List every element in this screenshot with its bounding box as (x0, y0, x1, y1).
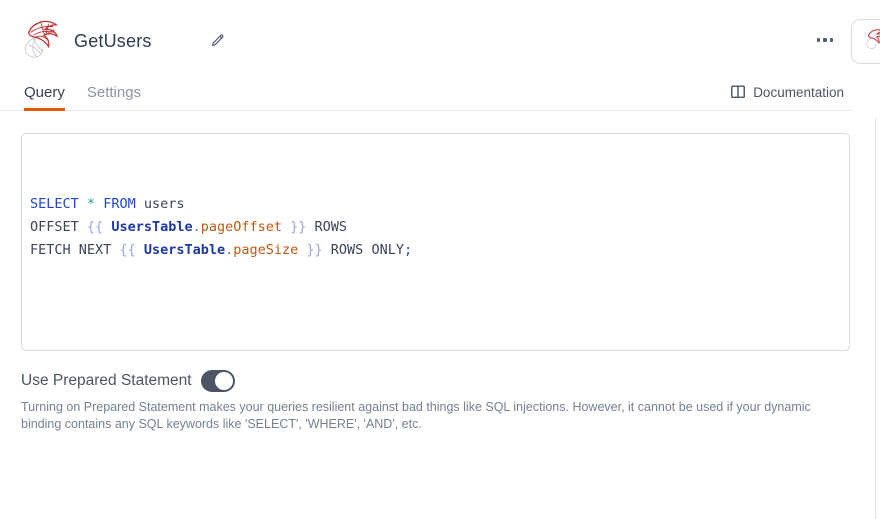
prepared-statement-help: Turning on Prepared Statement makes your… (21, 399, 827, 432)
header: GetUsers (22, 18, 228, 64)
tab-query-label: Query (24, 84, 65, 101)
code-line: OFFSET {{ UsersTable.pageOffset }} ROWS (30, 216, 839, 239)
toggle-knob (215, 372, 233, 390)
ellipsis-icon (817, 38, 834, 42)
tab-settings[interactable]: Settings (87, 74, 141, 110)
prepared-statement-row: Use Prepared Statement (21, 370, 235, 392)
query-editor-pane: GetUsers (0, 0, 880, 519)
more-options-button[interactable] (808, 30, 842, 50)
prepared-statement-label: Use Prepared Statement (21, 372, 192, 390)
right-pane-divider (875, 118, 876, 519)
tab-bar: Query Settings Documentation (0, 74, 852, 111)
open-book-icon (730, 84, 746, 100)
sqlserver-logo-icon (22, 18, 60, 65)
sql-editor[interactable]: SELECT * FROM usersOFFSET {{ UsersTable.… (21, 133, 850, 351)
page-title: GetUsers (74, 31, 152, 52)
datasource-logo-box[interactable] (851, 19, 880, 64)
code-line: FETCH NEXT {{ UsersTable.pageSize }} ROW… (30, 239, 839, 262)
edit-name-button[interactable] (208, 30, 228, 53)
documentation-label: Documentation (753, 85, 844, 100)
sqlserver-logo-icon (865, 28, 880, 55)
tab-settings-label: Settings (87, 84, 141, 101)
code-line: SELECT * FROM users (30, 193, 839, 216)
pencil-icon (210, 32, 226, 51)
tab-query[interactable]: Query (24, 74, 65, 110)
prepared-statement-toggle[interactable] (201, 370, 235, 392)
documentation-link[interactable]: Documentation (730, 84, 844, 100)
sql-code: SELECT * FROM usersOFFSET {{ UsersTable.… (30, 193, 839, 262)
